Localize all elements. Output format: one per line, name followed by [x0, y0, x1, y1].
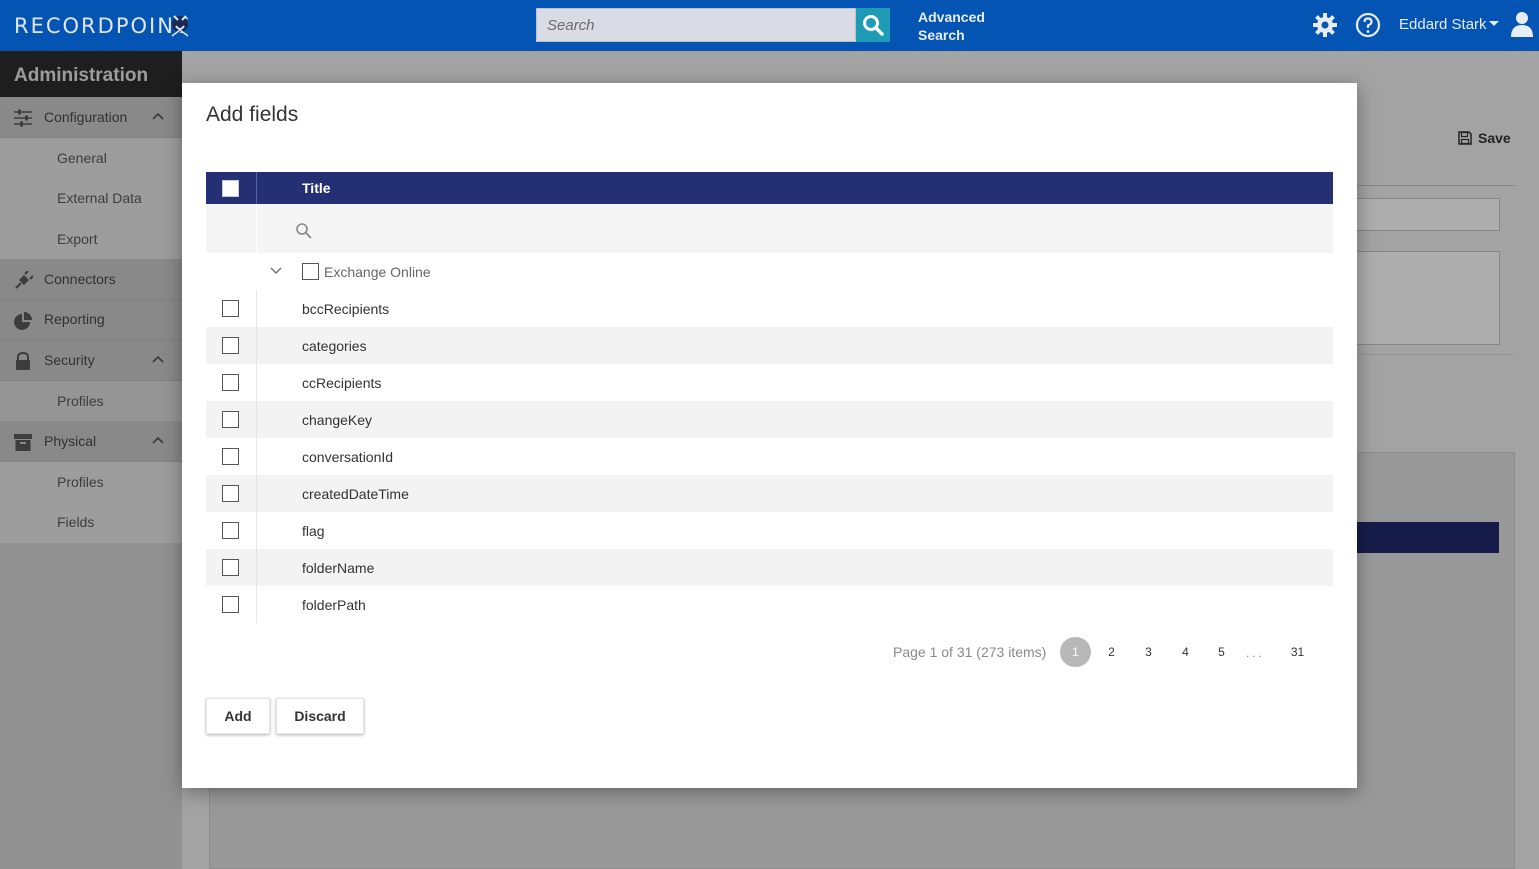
field-title: changeKey [302, 412, 373, 428]
page-3-button[interactable]: 3 [1133, 637, 1164, 667]
column-divider [256, 204, 257, 253]
column-divider [256, 512, 257, 549]
advanced-search-label-line1: Advanced [918, 9, 985, 25]
table-row[interactable]: folderPath [206, 586, 1333, 623]
select-all-checkbox[interactable] [222, 180, 239, 197]
app-logo[interactable]: RECORDPOINT [14, 14, 190, 38]
pager-summary: Page 1 of 31 (273 items) [893, 644, 1047, 660]
search-icon[interactable] [295, 222, 313, 240]
row-checkbox[interactable] [222, 374, 239, 391]
page-5-button[interactable]: 5 [1206, 637, 1237, 667]
table-row[interactable]: conversationId [206, 438, 1333, 475]
page-2-button[interactable]: 2 [1096, 637, 1127, 667]
group-label: Exchange Online [324, 264, 431, 280]
column-divider [256, 172, 257, 204]
user-menu-name[interactable]: Eddard Stark [1399, 16, 1487, 33]
column-divider [256, 364, 257, 401]
column-divider [256, 586, 257, 623]
advanced-search-link[interactable]: Advanced Search [918, 8, 985, 44]
pagination: Page 1 of 31 (273 items) 1 2 3 4 5 ... 3… [182, 637, 1357, 667]
search-button[interactable] [856, 8, 890, 42]
row-checkbox[interactable] [222, 522, 239, 539]
advanced-search-label-line2: Search [918, 27, 965, 43]
page-last-button[interactable]: 31 [1282, 637, 1313, 667]
search-input[interactable] [537, 9, 855, 41]
discard-button[interactable]: Discard [276, 698, 364, 734]
field-title: conversationId [302, 449, 394, 465]
pager-ellipsis[interactable]: ... [1246, 646, 1265, 660]
page-4-button[interactable]: 4 [1170, 637, 1201, 667]
dialog-title: Add fields [206, 103, 299, 126]
field-title: flag [302, 523, 325, 539]
column-divider [256, 401, 257, 438]
field-title: createdDateTime [302, 486, 409, 502]
add-fields-dialog: Add fields Title Exchange Online bccReci… [182, 83, 1357, 788]
column-divider [256, 438, 257, 475]
help-icon[interactable] [1355, 12, 1381, 38]
fields-grid: Title Exchange Online bccRecipients cate… [206, 172, 1333, 623]
grid-header: Title [206, 172, 1333, 204]
row-checkbox[interactable] [222, 596, 239, 613]
column-divider [256, 475, 257, 512]
column-header-title[interactable]: Title [302, 180, 331, 196]
group-row-exchange-online[interactable]: Exchange Online [206, 253, 1333, 290]
group-checkbox[interactable] [302, 263, 319, 280]
row-checkbox[interactable] [222, 300, 239, 317]
user-icon[interactable] [1510, 11, 1534, 37]
logo-mark-icon [171, 15, 189, 37]
field-title: bccRecipients [302, 301, 390, 317]
add-button[interactable]: Add [206, 698, 270, 734]
caret-down-icon[interactable] [1489, 21, 1499, 26]
table-row[interactable]: ccRecipients [206, 364, 1333, 401]
gear-icon[interactable] [1312, 12, 1338, 38]
field-title: categories [302, 338, 367, 354]
search-field[interactable] [536, 8, 856, 42]
filter-row [206, 204, 1333, 253]
field-title: folderPath [302, 597, 366, 613]
row-checkbox[interactable] [222, 411, 239, 428]
field-title: ccRecipients [302, 375, 382, 391]
search-icon [863, 15, 884, 36]
table-row[interactable]: bccRecipients [206, 290, 1333, 327]
top-navigation-bar: RECORDPOINT Advanced Search [0, 0, 1539, 51]
row-checkbox[interactable] [222, 448, 239, 465]
row-checkbox[interactable] [222, 485, 239, 502]
table-row[interactable]: folderName [206, 549, 1333, 586]
column-divider [256, 549, 257, 586]
table-row[interactable]: changeKey [206, 401, 1333, 438]
table-row[interactable]: createdDateTime [206, 475, 1333, 512]
column-divider [256, 290, 257, 327]
column-divider [256, 327, 257, 364]
row-checkbox[interactable] [222, 337, 239, 354]
row-checkbox[interactable] [222, 559, 239, 576]
field-title: folderName [302, 560, 375, 576]
chevron-down-icon[interactable] [270, 267, 282, 275]
table-row[interactable]: categories [206, 327, 1333, 364]
page-1-button[interactable]: 1 [1060, 637, 1091, 667]
table-row[interactable]: flag [206, 512, 1333, 549]
